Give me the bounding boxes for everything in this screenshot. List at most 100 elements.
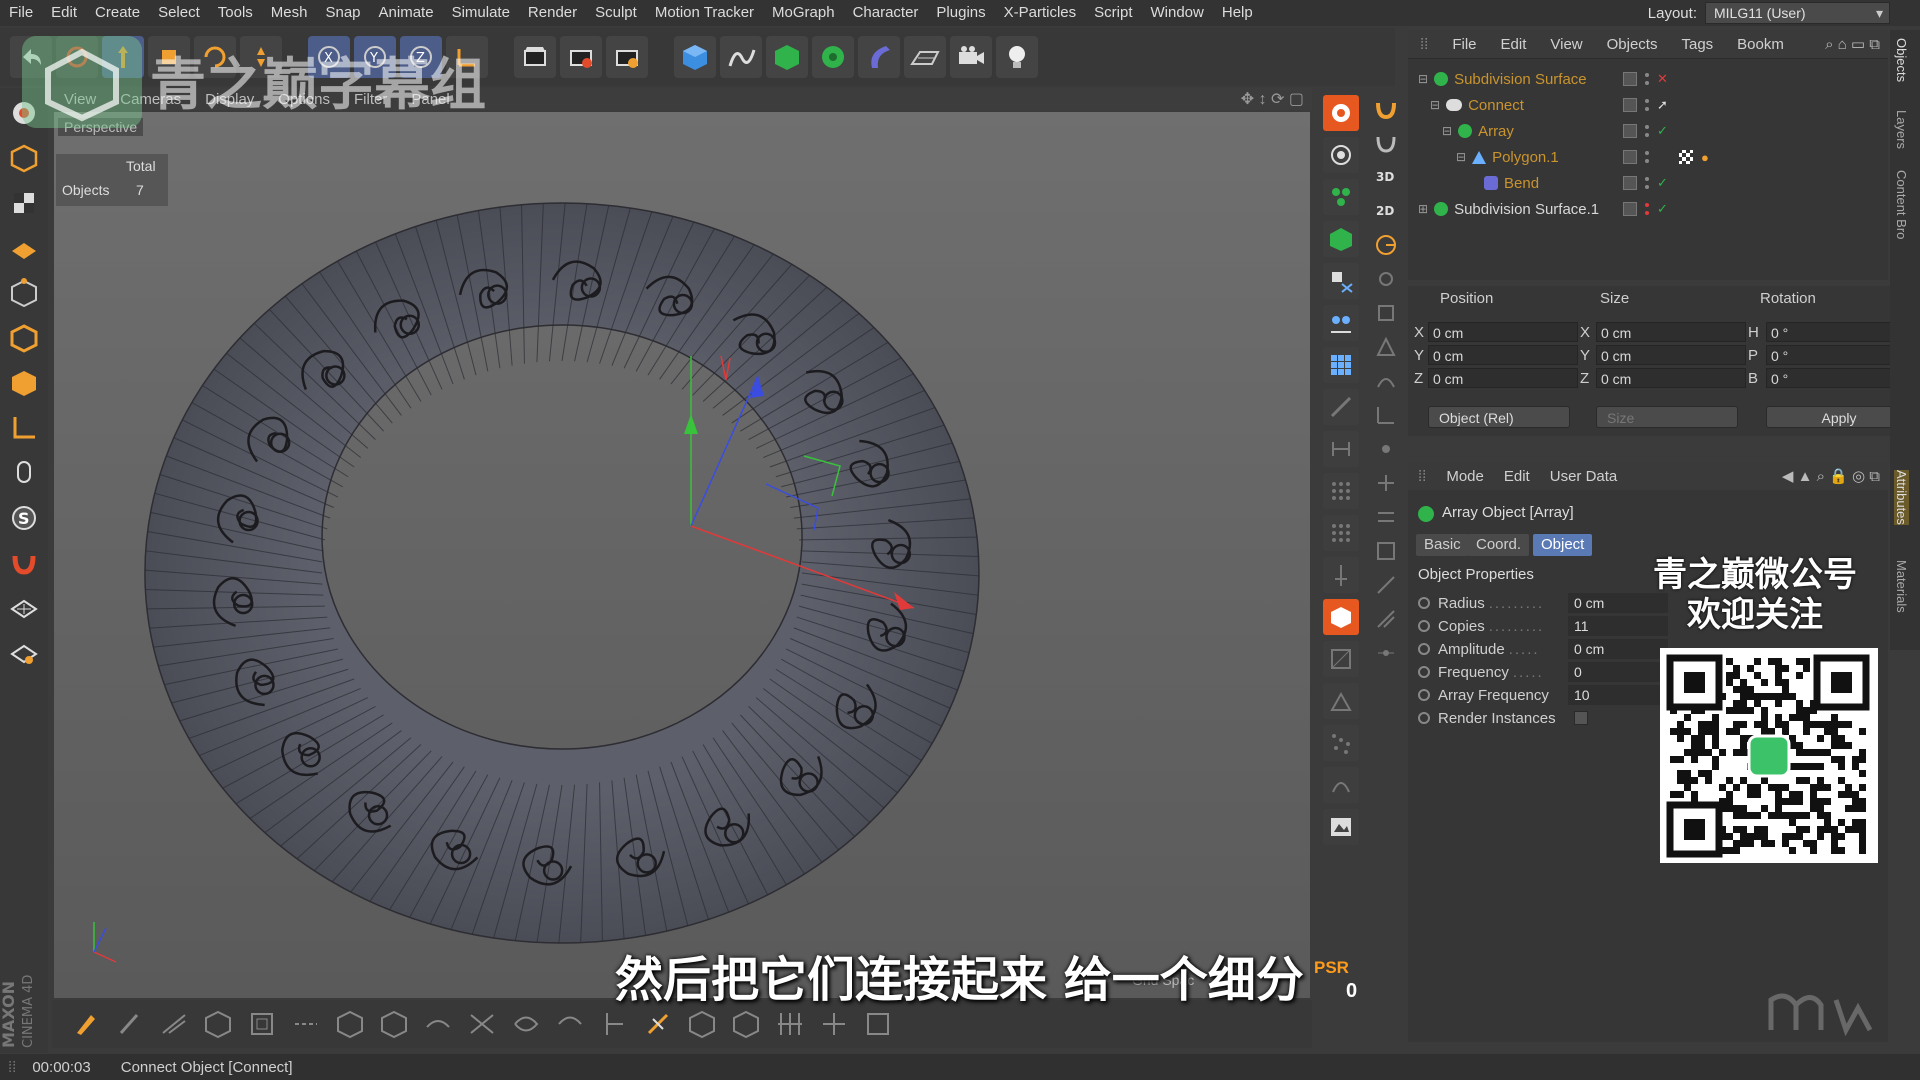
planar-workplane-icon[interactable] [4,633,44,673]
2d-snap-icon[interactable]: 2D [1372,197,1400,225]
expand-icon[interactable]: ⊟ [1442,124,1452,138]
om-menu-bookmarks[interactable]: Bookm [1725,36,1796,53]
menu-select[interactable]: Select [149,0,209,26]
frequency-field[interactable]: 0 [1568,662,1668,682]
dissolve-icon[interactable] [550,1004,590,1044]
menu-mograph[interactable]: MoGraph [763,0,844,26]
fracture-icon[interactable] [1323,179,1359,215]
deformer-bend-icon[interactable] [858,36,900,78]
spring-icon[interactable] [1323,767,1359,803]
menu-create[interactable]: Create [86,0,149,26]
object-row-connect[interactable]: ⊟ Connect ➚ [1408,92,1888,118]
om-search-icon[interactable]: ⌕ ⌂ ▭ ⧉ [1825,35,1880,53]
workplane-mode-icon[interactable] [4,228,44,268]
enabled-check-icon[interactable]: ✓ [1657,123,1668,139]
menu-motion-tracker[interactable]: Motion Tracker [646,0,763,26]
bridge-icon[interactable] [1323,431,1359,467]
pin-icon[interactable] [1323,557,1359,593]
split-icon[interactable] [594,1004,634,1044]
layer-flag-icon[interactable] [1623,98,1637,112]
model-mode-icon[interactable] [4,138,44,178]
spline-pen-icon[interactable] [720,36,762,78]
visibility-dots-icon[interactable] [1645,125,1649,137]
grid-array-icon[interactable] [1323,347,1359,383]
bevel-icon[interactable] [198,1004,238,1044]
picture-viewer-icon[interactable] [1323,809,1359,845]
om-menu-file[interactable]: File [1440,36,1488,53]
expand-icon[interactable]: ⊟ [1418,72,1428,86]
menu-help[interactable]: Help [1213,0,1262,26]
expand-icon[interactable]: ⊞ [1418,202,1428,216]
layer-flag-icon[interactable] [1623,176,1637,190]
tab-coord[interactable]: Coord. [1468,534,1530,556]
animate-radio-icon[interactable] [1418,597,1430,609]
attr-menu-mode[interactable]: Mode [1436,468,1494,485]
frame-icon[interactable] [858,1004,898,1044]
snap-workplane-icon[interactable] [1372,537,1400,565]
expand-icon[interactable]: ⊟ [1456,150,1466,164]
cube-outline-icon[interactable] [330,1004,370,1044]
loop-cut-icon[interactable] [286,1004,326,1044]
snap-axis-icon[interactable] [1372,401,1400,429]
snap-grid-point-icon[interactable] [1372,469,1400,497]
render-instances-checkbox[interactable] [1573,711,1588,725]
side-tab-objects[interactable]: Objects [1894,38,1909,82]
cube-icon[interactable] [674,36,716,78]
pos-x-field[interactable]: 0 cm [1428,322,1578,342]
slide-icon[interactable] [462,1004,502,1044]
snapping-icon[interactable] [4,543,44,583]
animate-radio-icon[interactable] [1418,712,1430,724]
light-icon[interactable] [996,36,1038,78]
render-view-icon[interactable] [514,36,556,78]
visibility-dots-icon[interactable] [1645,177,1649,189]
stitch-icon[interactable] [506,1004,546,1044]
side-tab-attributes[interactable]: Attributes [1894,470,1909,525]
attr-menu-edit[interactable]: Edit [1494,468,1540,485]
menu-character[interactable]: Character [844,0,928,26]
size-z-field[interactable]: 0 cm [1596,368,1746,388]
enabled-check-icon[interactable]: ✓ [1657,201,1668,217]
voronoi-icon[interactable] [1323,221,1359,257]
camera-icon[interactable] [950,36,992,78]
weld-icon[interactable] [418,1004,458,1044]
menu-file[interactable]: File [0,0,42,26]
pos-y-field[interactable]: 0 cm [1428,345,1578,365]
snap-perpendicular-icon[interactable] [1372,571,1400,599]
tab-object[interactable]: Object [1533,534,1593,556]
visibility-dots-icon[interactable] [1645,73,1649,85]
menu-tools[interactable]: Tools [209,0,262,26]
lathe-icon[interactable] [1323,683,1359,719]
menu-render[interactable]: Render [519,0,586,26]
om-menu-tags[interactable]: Tags [1669,36,1725,53]
menu-plugins[interactable]: Plugins [927,0,994,26]
object-row-array[interactable]: ⊟ Array ✓ [1408,118,1888,144]
enabled-check-icon[interactable]: ✓ [1657,175,1668,191]
magnet-icon[interactable] [1372,95,1400,123]
extrude-tool-icon[interactable] [154,1004,194,1044]
points-mode-icon[interactable] [4,273,44,313]
attr-nav-icons[interactable]: ◀ ▲ ⌕ 🔒 ◎ ⧉ [1782,467,1880,485]
disabled-cross-icon[interactable]: ✕ [1657,71,1668,87]
object-row-subdivision-surface[interactable]: ⊟ Subdivision Surface ✕ [1408,66,1888,92]
attr-menu-user-data[interactable]: User Data [1540,468,1628,485]
snap-midpoint-icon[interactable] [1372,435,1400,463]
om-menu-edit[interactable]: Edit [1489,36,1539,53]
dots-grid-icon[interactable] [1323,473,1359,509]
menu-script[interactable]: Script [1085,0,1141,26]
menu-x-particles[interactable]: X-Particles [995,0,1086,26]
layer-flag-icon[interactable] [1623,124,1637,138]
mograph-effector-icon[interactable] [1323,137,1359,173]
snap-guide-icon[interactable] [1372,639,1400,667]
sweep-icon[interactable] [1323,641,1359,677]
om-menu-objects[interactable]: Objects [1595,36,1670,53]
menu-animate[interactable]: Animate [370,0,443,26]
subdivision-surface-icon[interactable] [766,36,808,78]
hair-icon[interactable] [1323,725,1359,761]
inner-extrude-icon[interactable] [242,1004,282,1044]
pen-icon[interactable] [110,1004,150,1044]
size-x-field[interactable]: 0 cm [1596,322,1746,342]
mirror-icon[interactable] [638,1004,678,1044]
amplitude-field[interactable]: 0 cm [1568,639,1668,659]
layer-flag-icon[interactable] [1623,72,1637,86]
render-to-picture-viewer-icon[interactable] [560,36,602,78]
